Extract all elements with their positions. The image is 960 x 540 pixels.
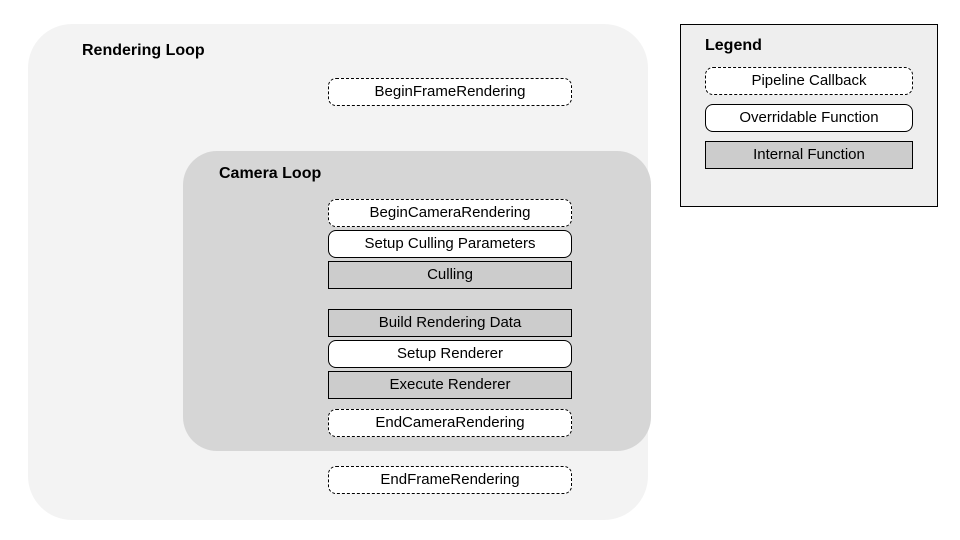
stage-build-rendering-data: Build Rendering Data xyxy=(328,309,572,337)
legend-panel: Legend Pipeline Callback Overridable Fun… xyxy=(680,24,938,207)
legend-item-pipeline-callback: Pipeline Callback xyxy=(705,67,913,95)
rendering-loop-container: Rendering Loop BeginFrameRendering Camer… xyxy=(28,24,648,520)
camera-loop-container: Camera Loop BeginCameraRendering Setup C… xyxy=(183,151,651,451)
legend-item-internal-function: Internal Function xyxy=(705,141,913,169)
stage-culling: Culling xyxy=(328,261,572,289)
stage-setup-renderer: Setup Renderer xyxy=(328,340,572,368)
stage-end-frame-rendering: EndFrameRendering xyxy=(328,466,572,494)
stage-execute-renderer: Execute Renderer xyxy=(328,371,572,399)
rendering-loop-title: Rendering Loop xyxy=(82,42,626,60)
stage-setup-culling-parameters: Setup Culling Parameters xyxy=(328,230,572,258)
camera-loop-title: Camera Loop xyxy=(219,165,631,183)
legend-title: Legend xyxy=(705,37,913,55)
stage-end-camera-rendering: EndCameraRendering xyxy=(328,409,572,437)
stage-begin-camera-rendering: BeginCameraRendering xyxy=(328,199,572,227)
legend-item-overridable-function: Overridable Function xyxy=(705,104,913,132)
stage-begin-frame-rendering: BeginFrameRendering xyxy=(328,78,572,106)
